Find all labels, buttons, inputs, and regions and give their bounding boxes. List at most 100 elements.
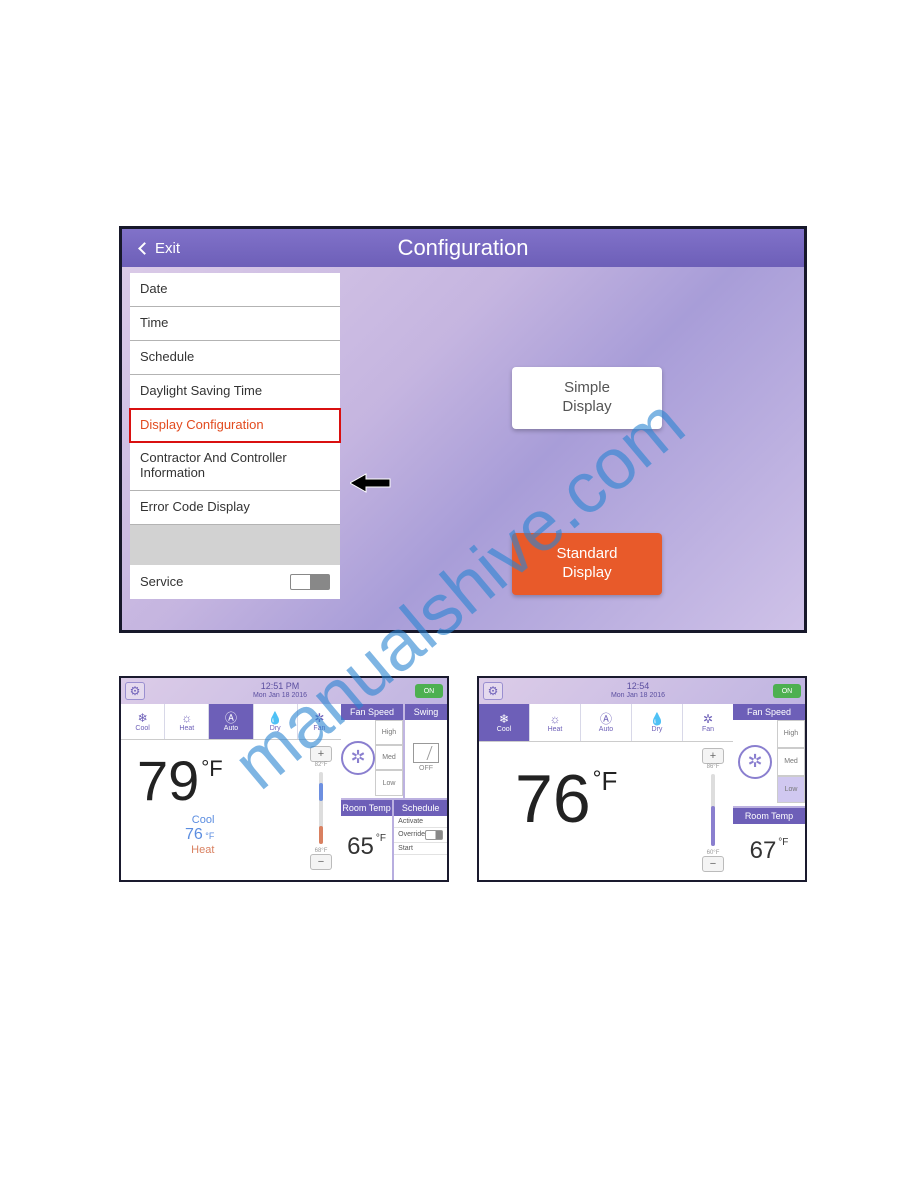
clock-area: 12:54 Mon Jan 18 2016 [611, 682, 665, 700]
menu-item-display-config[interactable]: Display Configuration [129, 408, 341, 443]
power-on-button[interactable]: ON [773, 684, 801, 698]
mode-label: Auto [224, 725, 238, 732]
date-text: Mon Jan 18 2016 [253, 692, 307, 700]
configuration-panel: Exit Configuration Date Time Schedule Da… [119, 226, 807, 633]
menu-item-schedule[interactable]: Schedule [130, 341, 340, 375]
schedule-panel: Schedule Activate Override Start [394, 800, 447, 880]
settings-button[interactable]: ⚙ [483, 682, 503, 700]
room-temp-header: Room Temp [341, 800, 392, 816]
mode-cool-button[interactable]: ❄Cool [479, 704, 530, 741]
schedule-start-row[interactable]: Start [394, 843, 447, 855]
fan-low-button[interactable]: Low [777, 776, 805, 804]
status-bar: ⚙ 12:51 PM Mon Jan 18 2016 ON [121, 678, 447, 704]
clock-area: 12:51 PM Mon Jan 18 2016 [253, 682, 307, 700]
settings-button[interactable]: ⚙ [125, 682, 145, 700]
mode-row: ❄Cool ☼Heat ⒶAuto 💧Dry ✲Fan [479, 704, 733, 742]
mode-row: ❄Cool ☼Heat ⒶAuto 💧Dry ✲Fan [121, 704, 341, 740]
fan-speed-panel: Fan Speed ✲ High Med Low [733, 704, 805, 806]
setpoints: Cool 76 °F Heat [185, 814, 214, 856]
service-label: Service [140, 574, 183, 589]
swing-icon [413, 743, 439, 763]
mode-label: Dry [652, 726, 663, 733]
mode-label: Heat [179, 725, 194, 732]
temperature-area: 79°F Cool 76 °F Heat + 82°F 68°F − [121, 740, 341, 880]
mode-fan-button[interactable]: ✲Fan [683, 704, 733, 741]
standard-thermostat-panel: ⚙ 12:51 PM Mon Jan 18 2016 ON ❄Cool ☼Hea… [119, 676, 449, 882]
fan-low-button[interactable]: Low [375, 770, 403, 795]
schedule-activate-row[interactable]: Activate [394, 816, 447, 828]
menu-item-dst[interactable]: Daylight Saving Time [130, 375, 340, 409]
date-text: Mon Jan 18 2016 [611, 692, 665, 700]
fan-blade-icon: ✲ [341, 741, 375, 775]
schedule-header: Schedule [394, 800, 447, 816]
room-temp-value: 67°F [733, 824, 805, 879]
fan-high-button[interactable]: High [375, 720, 403, 745]
main-temp-display: 76°F [515, 760, 617, 838]
temp-slider[interactable]: + 82°F 68°F − [309, 746, 333, 870]
fan-med-button[interactable]: Med [777, 748, 805, 776]
sun-icon: ☼ [550, 713, 561, 725]
mode-dry-button[interactable]: 💧Dry [254, 704, 298, 739]
fan-icon: ✲ [314, 712, 324, 724]
chevron-left-icon [138, 242, 151, 255]
main-area: ❄Cool ☼Heat ⒶAuto 💧Dry ✲Fan 76°F + 86°F … [479, 704, 733, 880]
swing-body[interactable]: OFF [405, 720, 447, 796]
mode-dry-button[interactable]: 💧Dry [632, 704, 683, 741]
main-area: ❄Cool ☼Heat ⒶAuto 💧Dry ✲Fan 79°F Cool 76… [121, 704, 341, 880]
slider-track[interactable] [319, 772, 323, 844]
temp-down-button[interactable]: − [310, 854, 332, 870]
sun-icon: ☼ [181, 712, 192, 724]
temp-down-button[interactable]: − [702, 856, 724, 872]
swing-state-label: OFF [419, 765, 433, 772]
temp-up-button[interactable]: + [310, 746, 332, 762]
mode-fan-button[interactable]: ✲Fan [298, 704, 341, 739]
mode-label: Heat [548, 726, 563, 733]
swing-panel: Swing OFF [405, 704, 447, 798]
gear-icon: ⚙ [488, 684, 499, 698]
cool-setpoint: 76 [185, 826, 203, 843]
droplet-icon: 💧 [268, 712, 283, 724]
temp-up-button[interactable]: + [702, 748, 724, 764]
cool-label: Cool [192, 814, 215, 826]
auto-icon: Ⓐ [225, 712, 237, 724]
mode-cool-button[interactable]: ❄Cool [121, 704, 165, 739]
temp-slider[interactable]: + 86°F 60°F − [701, 748, 725, 872]
mode-auto-button[interactable]: ⒶAuto [581, 704, 632, 741]
power-on-button[interactable]: ON [415, 684, 443, 698]
slider-track[interactable] [711, 774, 715, 846]
mode-label: Fan [313, 725, 325, 732]
mode-label: Cool [135, 725, 149, 732]
config-body: Date Time Schedule Daylight Saving Time … [122, 267, 804, 630]
mode-label: Dry [270, 725, 281, 732]
menu-item-contractor-info[interactable]: Contractor And Controller Information [130, 442, 340, 491]
fan-level-buttons: High Med Low [777, 720, 805, 804]
mode-heat-button[interactable]: ☼Heat [165, 704, 209, 739]
droplet-icon: 💧 [650, 713, 665, 725]
standard-display-button[interactable]: Standard Display [512, 533, 662, 595]
slider-top-label: 82°F [315, 762, 328, 768]
arrow-left-icon [350, 472, 392, 494]
side-panels: Fan Speed ✲ High Med Low Swing OFF [341, 704, 447, 880]
gear-icon: ⚙ [130, 684, 141, 698]
simple-display-button[interactable]: Simple Display [512, 367, 662, 429]
fan-med-button[interactable]: Med [375, 745, 403, 770]
side-panels: Fan Speed ✲ High Med Low Room Temp 67°F [733, 704, 805, 880]
config-menu-list: Date Time Schedule Daylight Saving Time … [130, 273, 340, 599]
menu-item-error-code[interactable]: Error Code Display [130, 491, 340, 525]
menu-item-service[interactable]: Service [130, 565, 340, 599]
schedule-override-row[interactable]: Override [394, 828, 447, 843]
menu-item-time[interactable]: Time [130, 307, 340, 341]
override-toggle[interactable] [425, 830, 443, 840]
mode-heat-button[interactable]: ☼Heat [530, 704, 581, 741]
menu-spacer [130, 525, 340, 565]
service-toggle[interactable] [290, 574, 330, 590]
mode-label: Auto [599, 726, 613, 733]
exit-button[interactable]: Exit [130, 234, 190, 262]
status-bar: ⚙ 12:54 Mon Jan 18 2016 ON [479, 678, 805, 704]
mode-auto-button[interactable]: ⒶAuto [209, 704, 253, 739]
exit-label: Exit [155, 240, 180, 257]
fan-high-button[interactable]: High [777, 720, 805, 748]
menu-item-date[interactable]: Date [130, 273, 340, 307]
simple-thermostat-panel: ⚙ 12:54 Mon Jan 18 2016 ON ❄Cool ☼Heat Ⓐ… [477, 676, 807, 882]
time-text: 12:54 [611, 682, 665, 692]
